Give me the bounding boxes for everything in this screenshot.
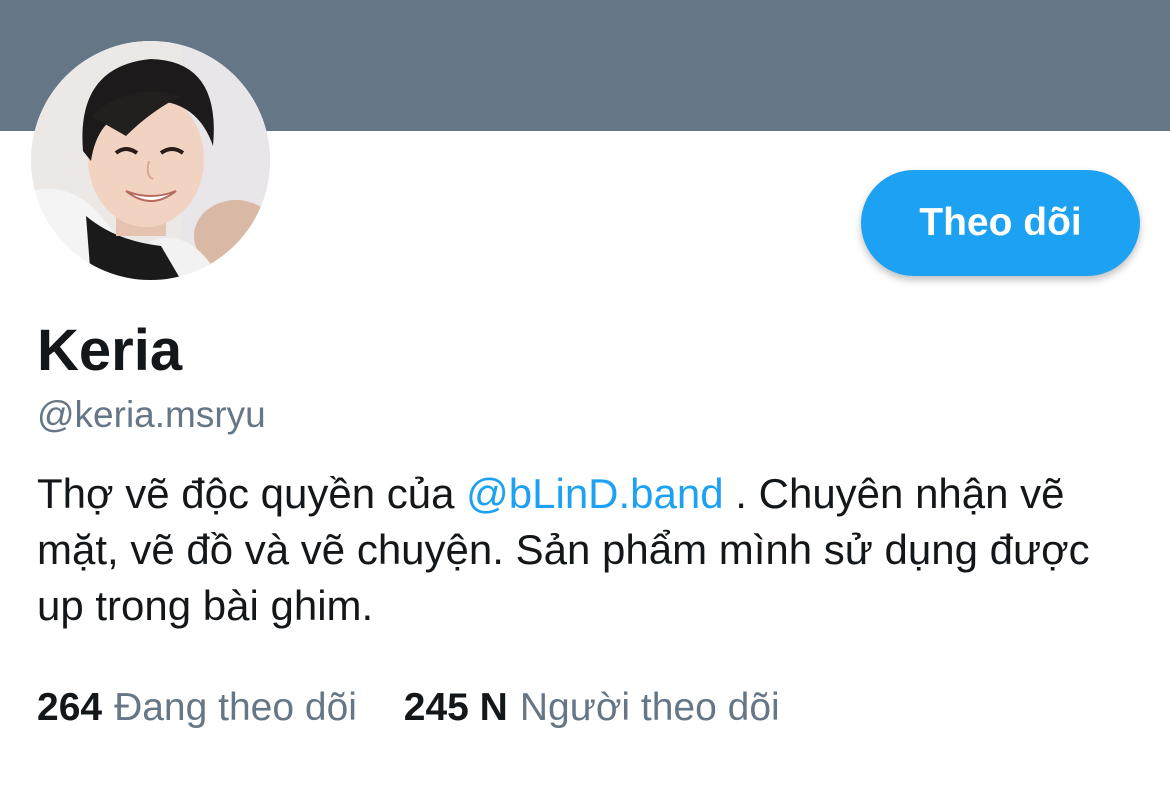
avatar-photo-icon xyxy=(31,41,270,280)
followers-stat[interactable]: 245 N Người theo dõi xyxy=(404,684,780,732)
follow-button[interactable]: Theo dõi xyxy=(861,170,1140,276)
profile-avatar[interactable] xyxy=(31,41,270,280)
following-stat[interactable]: 264 Đang theo dõi xyxy=(37,684,357,732)
bio-mention-link[interactable]: @bLinD.band xyxy=(466,470,723,517)
profile-name: Keria xyxy=(37,318,183,383)
profile-stats: 264 Đang theo dõi 245 N Người theo dõi xyxy=(37,684,816,732)
following-count: 264 xyxy=(37,686,103,729)
following-label: Đang theo dõi xyxy=(114,686,357,729)
profile-handle: @keria.msryu xyxy=(37,394,266,435)
bio-text-start: Thợ vẽ độc quyền của xyxy=(37,470,467,517)
profile-bio: Thợ vẽ độc quyền của @bLinD.band . Chuyê… xyxy=(37,466,1137,634)
followers-label: Người theo dõi xyxy=(519,686,780,729)
followers-count: 245 N xyxy=(403,686,508,729)
